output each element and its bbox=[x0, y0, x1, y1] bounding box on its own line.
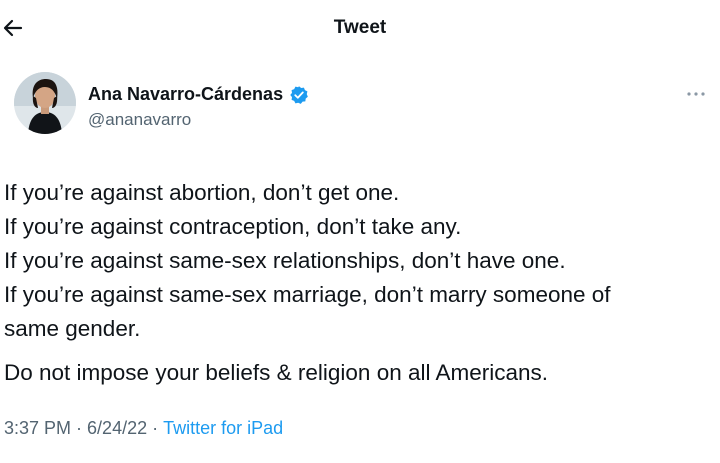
more-options-icon bbox=[687, 92, 705, 96]
profile-photo bbox=[14, 72, 76, 134]
more-options-button[interactable] bbox=[682, 86, 710, 102]
tweet-line: If you’re against abortion, don’t get on… bbox=[4, 180, 400, 205]
author-handle[interactable]: @ananavarro bbox=[88, 110, 191, 130]
top-bar: Tweet bbox=[0, 0, 720, 56]
tweet-time[interactable]: 3:37 PM bbox=[4, 418, 71, 438]
tweet-text: If you’re against abortion, don’t get on… bbox=[4, 176, 716, 390]
verified-badge-icon bbox=[290, 85, 308, 104]
meta-separator: · bbox=[76, 418, 83, 438]
tweet-line: same gender. bbox=[4, 316, 141, 341]
meta-separator: · bbox=[152, 418, 159, 438]
tweet-source-link[interactable]: Twitter for iPad bbox=[163, 418, 283, 438]
author-name[interactable]: Ana Navarro-Cárdenas bbox=[88, 84, 283, 105]
tweet-line: If you’re against same-sex marriage, don… bbox=[4, 282, 611, 307]
page-title: Tweet bbox=[333, 17, 387, 38]
tweet-line: If you’re against contraception, don’t t… bbox=[4, 214, 462, 239]
tweet-meta: 3:37 PM · 6/24/22 · Twitter for iPad bbox=[4, 418, 283, 439]
avatar[interactable] bbox=[14, 72, 76, 134]
tweet-closing-line: Do not impose your beliefs & religion on… bbox=[4, 360, 549, 385]
tweet-line: If you’re against same-sex relationships… bbox=[4, 248, 566, 273]
tweet-date[interactable]: 6/24/22 bbox=[87, 418, 147, 438]
author-name-row: Ana Navarro-Cárdenas bbox=[88, 84, 309, 105]
